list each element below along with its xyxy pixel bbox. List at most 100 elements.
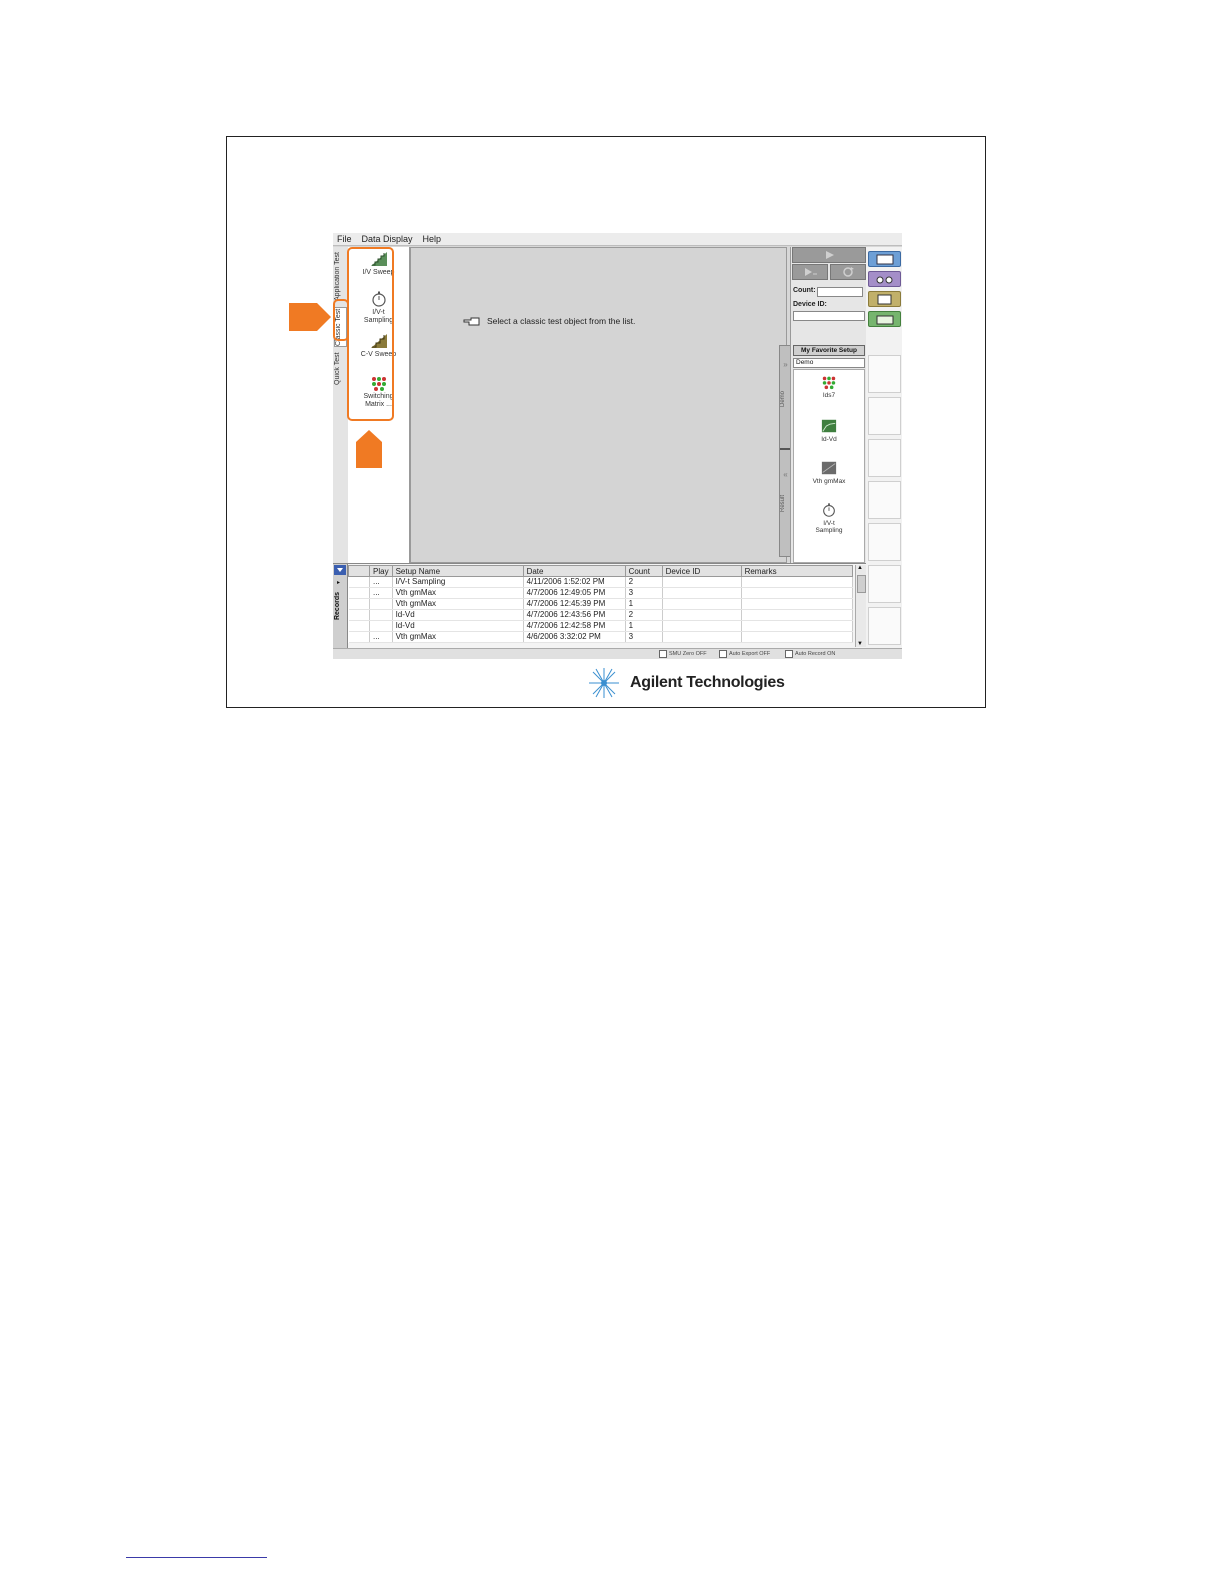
- run-panel: Count: Device ID: My Favorite Setup Demo…: [790, 247, 867, 563]
- records-scrollbar[interactable]: ▲ ▼: [855, 565, 866, 647]
- cell-count: 3: [625, 631, 663, 643]
- switching-matrix-icon: [822, 376, 836, 390]
- table-row[interactable]: Id-Vd 4/7/2006 12:43:56 PM 2: [348, 609, 854, 621]
- append-run-button[interactable]: [792, 264, 828, 280]
- table-row[interactable]: ... I/V-t Sampling 4/11/2006 1:52:02 PM …: [348, 576, 854, 588]
- favorite-vth-gmmax[interactable]: Vth gmMax: [794, 460, 864, 485]
- cell-device-id: [662, 631, 742, 643]
- easyexpert-window: File Data Display Help Application Test …: [333, 233, 902, 659]
- quick-slot[interactable]: [868, 607, 901, 645]
- collapse-icon[interactable]: [334, 565, 346, 575]
- id-vd-icon: [821, 419, 837, 433]
- column-date[interactable]: Date: [522, 565, 626, 577]
- cell-play[interactable]: ...: [369, 631, 393, 643]
- tab-application-test[interactable]: Application Test: [334, 249, 347, 305]
- cell-remarks: [741, 620, 854, 632]
- records-title: Records: [334, 592, 341, 621]
- smu-zero-toggle[interactable]: SMU Zero OFF: [659, 650, 707, 658]
- agilent-logo: Agilent Technologies: [586, 666, 785, 700]
- cell-device-id: [662, 609, 742, 621]
- cell-count: 1: [625, 620, 663, 632]
- footnote-rule: [126, 1557, 267, 1558]
- cell-remarks: [741, 587, 854, 599]
- favorite-category-select[interactable]: Demo: [793, 358, 865, 368]
- records-table: Play Setup Name Date Count Device ID Rem…: [348, 565, 854, 643]
- single-run-button[interactable]: [792, 247, 866, 263]
- scroll-up-icon[interactable]: ▲: [857, 565, 863, 571]
- quick-button-3[interactable]: [868, 291, 901, 307]
- table-row[interactable]: Vth gmMax 4/7/2006 12:45:39 PM 1: [348, 598, 854, 610]
- repeat-run-button[interactable]: [830, 264, 866, 280]
- device-id-input[interactable]: [793, 311, 865, 321]
- cell-date: 4/7/2006 12:43:56 PM: [523, 609, 626, 621]
- scroll-down-icon[interactable]: ▼: [857, 641, 863, 647]
- auto-export-toggle[interactable]: Auto Export OFF: [719, 650, 770, 658]
- table-row[interactable]: Id-Vd 4/7/2006 12:42:58 PM 1: [348, 620, 854, 632]
- binoculars-icon: [876, 276, 893, 284]
- cell-device-id: [662, 587, 742, 599]
- stopwatch-icon: [823, 503, 835, 517]
- quick-slot[interactable]: [868, 565, 901, 603]
- favorite-ids7[interactable]: Ids7: [794, 374, 864, 399]
- quick-button-1[interactable]: [868, 251, 901, 267]
- quick-button-2[interactable]: [868, 271, 901, 287]
- menu-help[interactable]: Help: [423, 234, 442, 244]
- tab-quick-test[interactable]: Quick Test: [334, 349, 347, 389]
- arrow-right-icon: [289, 303, 331, 331]
- favorite-id-vd[interactable]: Id-Vd: [794, 418, 864, 443]
- cell-setup-name: Vth gmMax: [392, 587, 524, 599]
- auto-record-toggle[interactable]: Auto Record ON: [785, 650, 835, 658]
- cell-device-id: [662, 598, 742, 610]
- table-row[interactable]: ... Vth gmMax 4/7/2006 12:49:05 PM 3: [348, 587, 854, 599]
- cell-setup-name: Id-Vd: [392, 620, 524, 632]
- column-remarks[interactable]: Remarks: [740, 565, 854, 577]
- cell-play[interactable]: ...: [369, 576, 393, 588]
- cell-play[interactable]: [369, 598, 393, 610]
- cell-date: 4/11/2006 1:52:02 PM: [523, 576, 626, 588]
- count-label: Count:: [793, 287, 816, 294]
- quick-slot[interactable]: [868, 397, 901, 435]
- favorite-label: Id-Vd: [821, 436, 837, 443]
- quick-slot[interactable]: [868, 439, 901, 477]
- device-id-label: Device ID:: [793, 301, 827, 308]
- column-setup-name[interactable]: Setup Name: [391, 565, 524, 577]
- scroll-thumb[interactable]: [857, 575, 866, 593]
- checkbox-icon: [719, 650, 727, 658]
- cell-count: 1: [625, 598, 663, 610]
- play-icon: [826, 251, 834, 259]
- menu-data-display[interactable]: Data Display: [362, 234, 413, 244]
- vth-gmmax-icon: [821, 461, 837, 475]
- cell-remarks: [741, 631, 854, 643]
- status-bar: SMU Zero OFF Auto Export OFF Auto Record…: [333, 648, 902, 659]
- quick-slot[interactable]: [868, 355, 901, 393]
- favorite-label: Vth gmMax: [812, 478, 846, 485]
- quick-slot[interactable]: [868, 523, 901, 561]
- menu-file[interactable]: File: [337, 234, 352, 244]
- window-icon: [876, 254, 894, 265]
- table-row[interactable]: ... Vth gmMax 4/6/2006 3:32:02 PM 3: [348, 631, 854, 643]
- cell-play[interactable]: ...: [369, 587, 393, 599]
- cell-play[interactable]: [369, 609, 393, 621]
- column-count[interactable]: Count: [624, 565, 663, 577]
- quick-access-panel: [866, 247, 902, 659]
- column-device-id[interactable]: Device ID: [661, 565, 742, 577]
- my-favorite-setup-button[interactable]: My Favorite Setup: [793, 345, 865, 356]
- records-panel: ▸ Records Play Setup Name Date Count Dev…: [333, 563, 866, 649]
- status-label: SMU Zero OFF: [669, 651, 707, 657]
- quick-button-4[interactable]: [868, 311, 901, 327]
- folder-icon: [876, 315, 894, 325]
- hint-text: Select a classic test object from the li…: [487, 316, 636, 326]
- table-header: Play Setup Name Date Count Device ID Rem…: [348, 565, 854, 577]
- status-label: Auto Record ON: [795, 651, 836, 657]
- cell-play[interactable]: [369, 620, 393, 632]
- column-select[interactable]: [348, 565, 370, 577]
- favorite-ivt-sampling[interactable]: I/V-t Sampling: [794, 502, 864, 534]
- records-sidebar: ▸ Records: [333, 564, 348, 649]
- quick-slot[interactable]: [868, 481, 901, 519]
- column-play[interactable]: Play: [369, 565, 393, 577]
- favorite-label: I/V-t: [823, 520, 835, 527]
- count-spinner[interactable]: [817, 287, 863, 297]
- expand-arrow-icon[interactable]: ▸: [337, 579, 340, 586]
- test-list-highlight: [347, 247, 394, 421]
- arrow-up-icon: [356, 430, 382, 468]
